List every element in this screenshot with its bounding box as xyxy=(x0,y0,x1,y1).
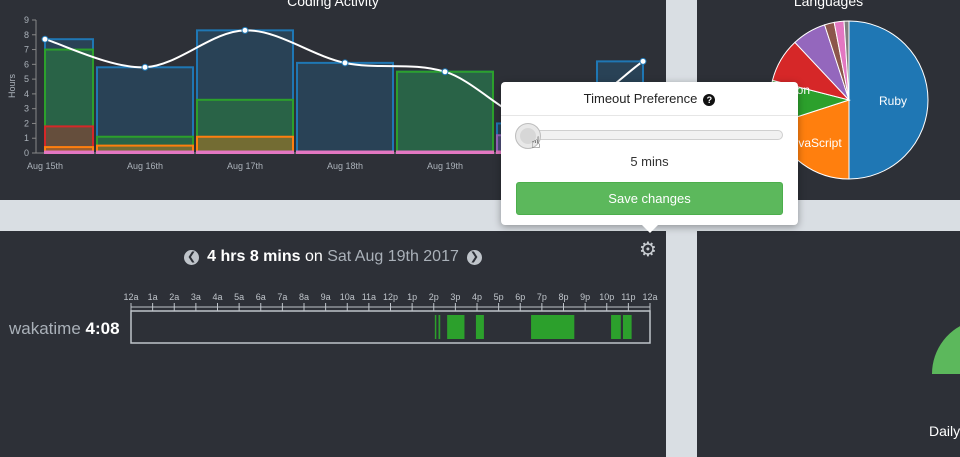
pie-slice-label: vaScript xyxy=(798,136,842,150)
y-axis-label: Hours xyxy=(7,74,17,99)
hour-tick-label: 11a xyxy=(362,292,376,302)
hour-tick-label: 4p xyxy=(472,292,482,302)
daily-panel: Daily xyxy=(697,231,960,457)
chevron-right-icon[interactable]: ❯ xyxy=(466,250,482,265)
daily-gauge-arc xyxy=(932,326,960,374)
save-changes-button[interactable]: Save changes xyxy=(516,182,783,215)
series-bar xyxy=(396,70,494,154)
hour-tick-label: 12a xyxy=(123,292,138,302)
hour-tick-label: 9p xyxy=(580,292,590,302)
timeline-segment xyxy=(447,315,465,339)
series-bar xyxy=(296,150,394,154)
trend-point xyxy=(441,68,449,76)
hour-tick-label: 10a xyxy=(340,292,355,302)
hour-tick-label: 7a xyxy=(277,292,287,302)
hour-tick-label: 12p xyxy=(383,292,398,302)
project-name: wakatime xyxy=(9,319,81,338)
chevron-left-icon[interactable]: ❮ xyxy=(184,250,200,265)
timeout-preference-popover: Timeout Preference? ☝ 5 mins Save change… xyxy=(501,82,798,233)
gear-icon[interactable]: ⚙ xyxy=(639,240,659,260)
trend-point xyxy=(639,57,647,65)
timeline-segment xyxy=(434,315,437,339)
timeline-segment xyxy=(475,315,484,339)
daily-title: Daily xyxy=(929,423,960,439)
hour-tick-label: 2p xyxy=(429,292,439,302)
trend-point xyxy=(141,63,149,71)
timeout-slider-track[interactable] xyxy=(517,130,783,140)
x-tick-label: Aug 16th xyxy=(127,161,163,171)
y-tick-label: 8 xyxy=(24,30,29,40)
series-bar xyxy=(44,150,94,154)
hour-tick-label: 5a xyxy=(234,292,244,302)
hand-pointer-icon: ☝ xyxy=(531,135,541,152)
timeout-slider-value: 5 mins xyxy=(630,154,669,169)
total-hours-bar xyxy=(296,61,394,155)
y-tick-label: 7 xyxy=(24,45,29,55)
hour-tick-label: 2a xyxy=(169,292,179,302)
project-label: wakatime 4:08 xyxy=(9,319,120,339)
hour-tick-label: 12a xyxy=(642,292,657,302)
pie-slice-label: Ruby xyxy=(879,94,907,108)
y-tick-label: 9 xyxy=(24,15,29,25)
popover-title: Timeout Preference? xyxy=(501,82,798,116)
coding-activity-title: Coding Activity xyxy=(287,0,379,9)
timeline-segment xyxy=(611,315,621,339)
trend-point xyxy=(341,59,349,67)
trend-point xyxy=(41,35,49,43)
hour-tick-label: 5p xyxy=(494,292,504,302)
hour-tick-label: 8p xyxy=(558,292,568,302)
hour-tick-label: 6a xyxy=(256,292,266,302)
timeline-segment xyxy=(622,315,632,339)
series-bar xyxy=(96,150,194,154)
x-tick-label: Aug 19th xyxy=(427,161,463,171)
timeline-panel: ❮ 4 hrs 8 mins on Sat Aug 19th 2017 ❯ ⚙ wa… xyxy=(0,231,666,457)
timeline-segment xyxy=(438,315,441,339)
hour-tick-label: 11p xyxy=(621,292,635,302)
hour-tick-label: 9a xyxy=(321,292,331,302)
series-bar xyxy=(396,150,494,154)
timeline-date: Sat Aug 19th 2017 xyxy=(327,248,459,265)
y-tick-label: 5 xyxy=(24,74,29,84)
daily-gauge-chart: Daily xyxy=(929,326,960,439)
timeline-duration: 4 hrs 8 mins xyxy=(207,248,301,265)
hour-tick-label: 6p xyxy=(515,292,525,302)
y-tick-label: 4 xyxy=(24,89,29,99)
timeline-on-text: on xyxy=(304,248,323,265)
hour-tick-label: 1p xyxy=(407,292,417,302)
hour-tick-label: 10p xyxy=(599,292,614,302)
y-tick-label: 6 xyxy=(24,59,29,69)
hour-tick-label: 3p xyxy=(450,292,460,302)
popover-title-text: Timeout Preference xyxy=(583,91,698,106)
hour-tick-label: 7p xyxy=(537,292,547,302)
trend-point xyxy=(241,26,249,34)
timeline-segment xyxy=(531,315,575,339)
y-tick-label: 1 xyxy=(24,133,29,143)
languages-title: Languages xyxy=(793,0,864,9)
timeline-header: ❮ 4 hrs 8 mins on Sat Aug 19th 2017 ❯ xyxy=(0,248,666,266)
hour-tick-label: 3a xyxy=(191,292,201,302)
x-tick-label: Aug 15th xyxy=(27,161,63,171)
hour-tick-label: 4a xyxy=(212,292,222,302)
x-tick-label: Aug 18th xyxy=(327,161,363,171)
project-duration: 4:08 xyxy=(85,319,120,338)
y-tick-label: 3 xyxy=(24,104,29,114)
question-circle-icon[interactable]: ? xyxy=(703,94,716,106)
hour-tick-label: 1a xyxy=(148,292,158,302)
y-tick-label: 2 xyxy=(24,118,29,128)
y-tick-label: 0 xyxy=(24,148,29,158)
x-tick-label: Aug 17th xyxy=(227,161,263,171)
series-bar xyxy=(196,150,294,154)
hour-tick-label: 8a xyxy=(299,292,309,302)
